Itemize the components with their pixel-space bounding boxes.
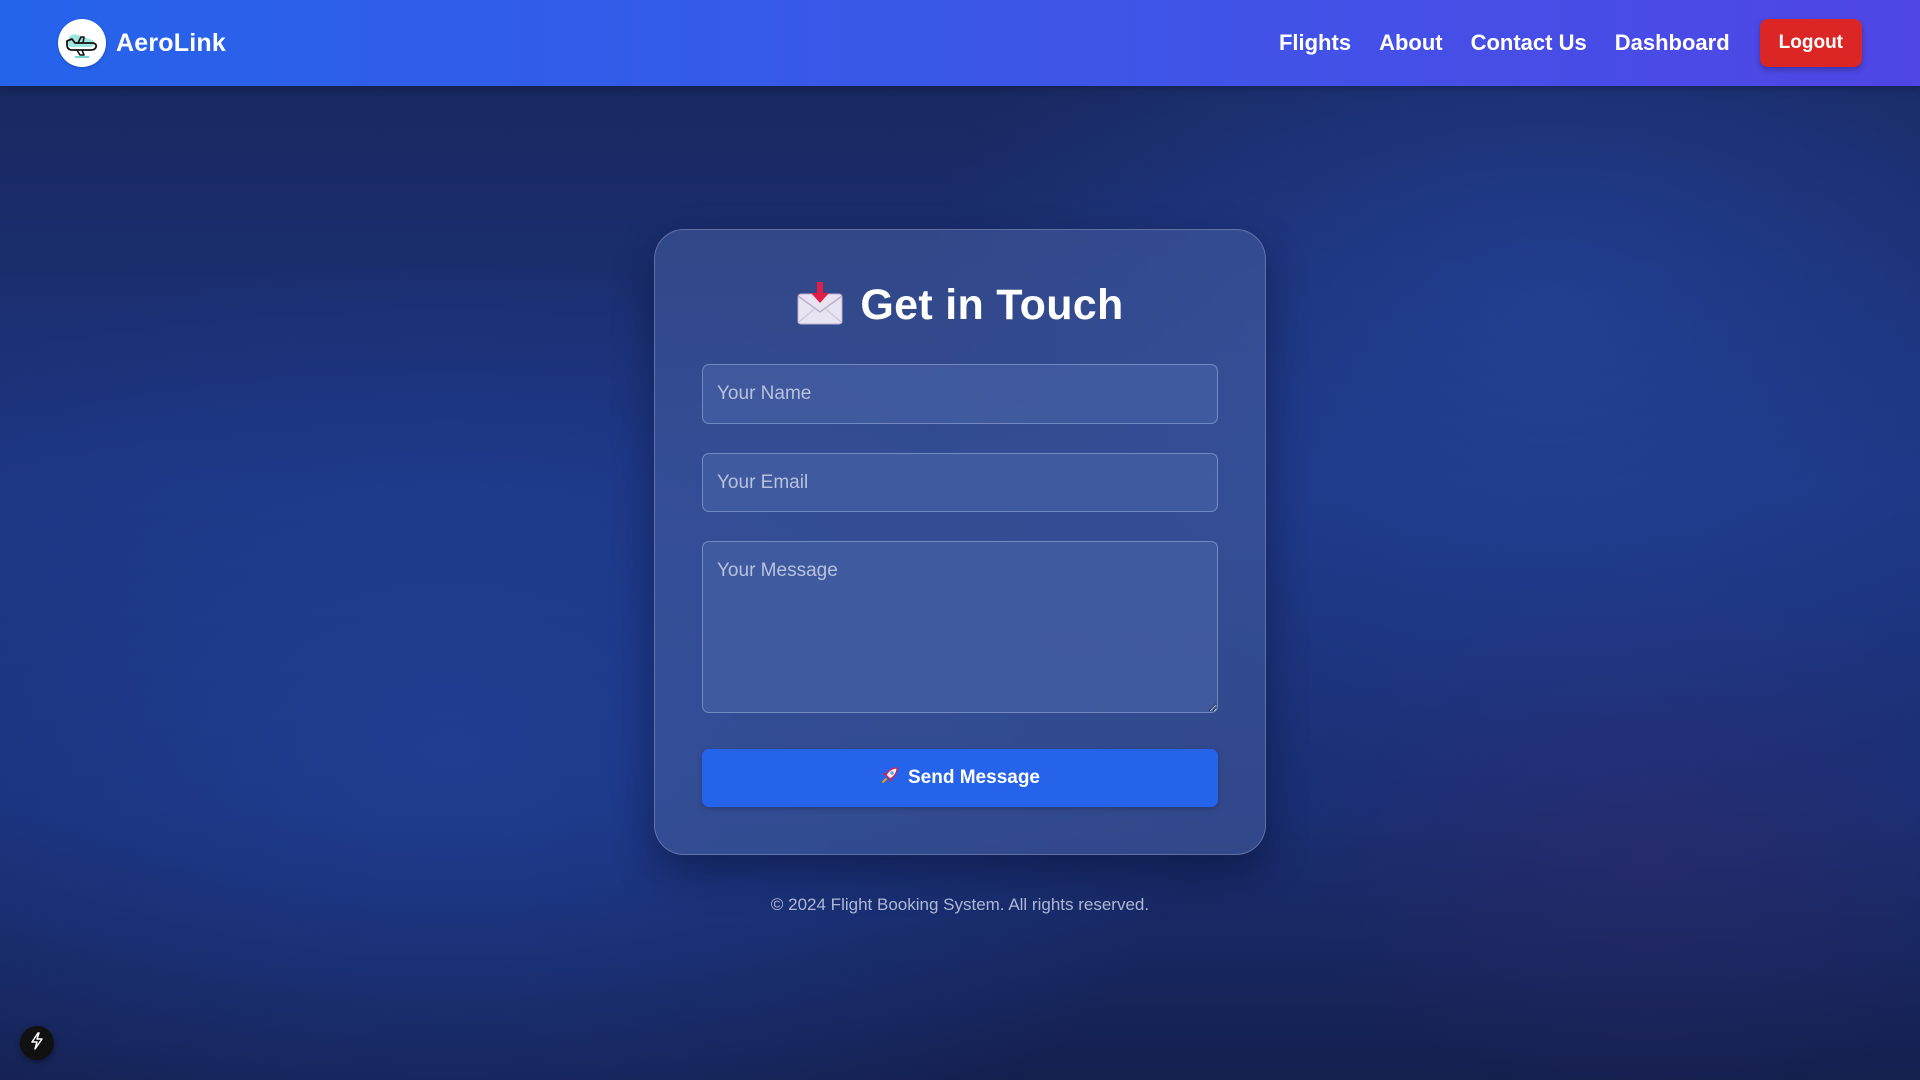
logout-button[interactable]: Logout (1759, 19, 1862, 67)
footer-text: © 2024 Flight Booking System. All rights… (770, 895, 1150, 914)
nav-link-about[interactable]: About (1379, 30, 1443, 56)
contact-heading: Get in Touch (860, 281, 1124, 329)
nav-link-dashboard[interactable]: Dashboard (1615, 30, 1730, 56)
contact-card: Get in Touch Send Message (654, 229, 1266, 855)
email-input[interactable] (702, 453, 1218, 512)
airplane-icon (58, 19, 106, 67)
message-textarea[interactable] (702, 541, 1218, 713)
envelope-arrow-icon (796, 280, 844, 331)
nav-link-flights[interactable]: Flights (1279, 30, 1351, 56)
nav-link-contact-us[interactable]: Contact Us (1471, 30, 1587, 56)
floating-action-button[interactable] (20, 1026, 54, 1060)
contact-title: Get in Touch (655, 280, 1265, 331)
send-message-button[interactable]: Send Message (702, 749, 1218, 807)
brand-name: AeroLink (116, 28, 226, 57)
name-input[interactable] (702, 364, 1218, 424)
rocket-icon (880, 765, 900, 791)
main-nav: Flights About Contact Us Dashboard Logou… (1279, 19, 1862, 67)
navbar: AeroLink Flights About Contact Us Dashbo… (0, 0, 1920, 86)
send-message-label: Send Message (908, 767, 1040, 788)
lightning-icon (28, 1031, 46, 1055)
brand[interactable]: AeroLink (58, 19, 226, 67)
footer: © 2024 Flight Booking System. All rights… (0, 895, 1920, 915)
